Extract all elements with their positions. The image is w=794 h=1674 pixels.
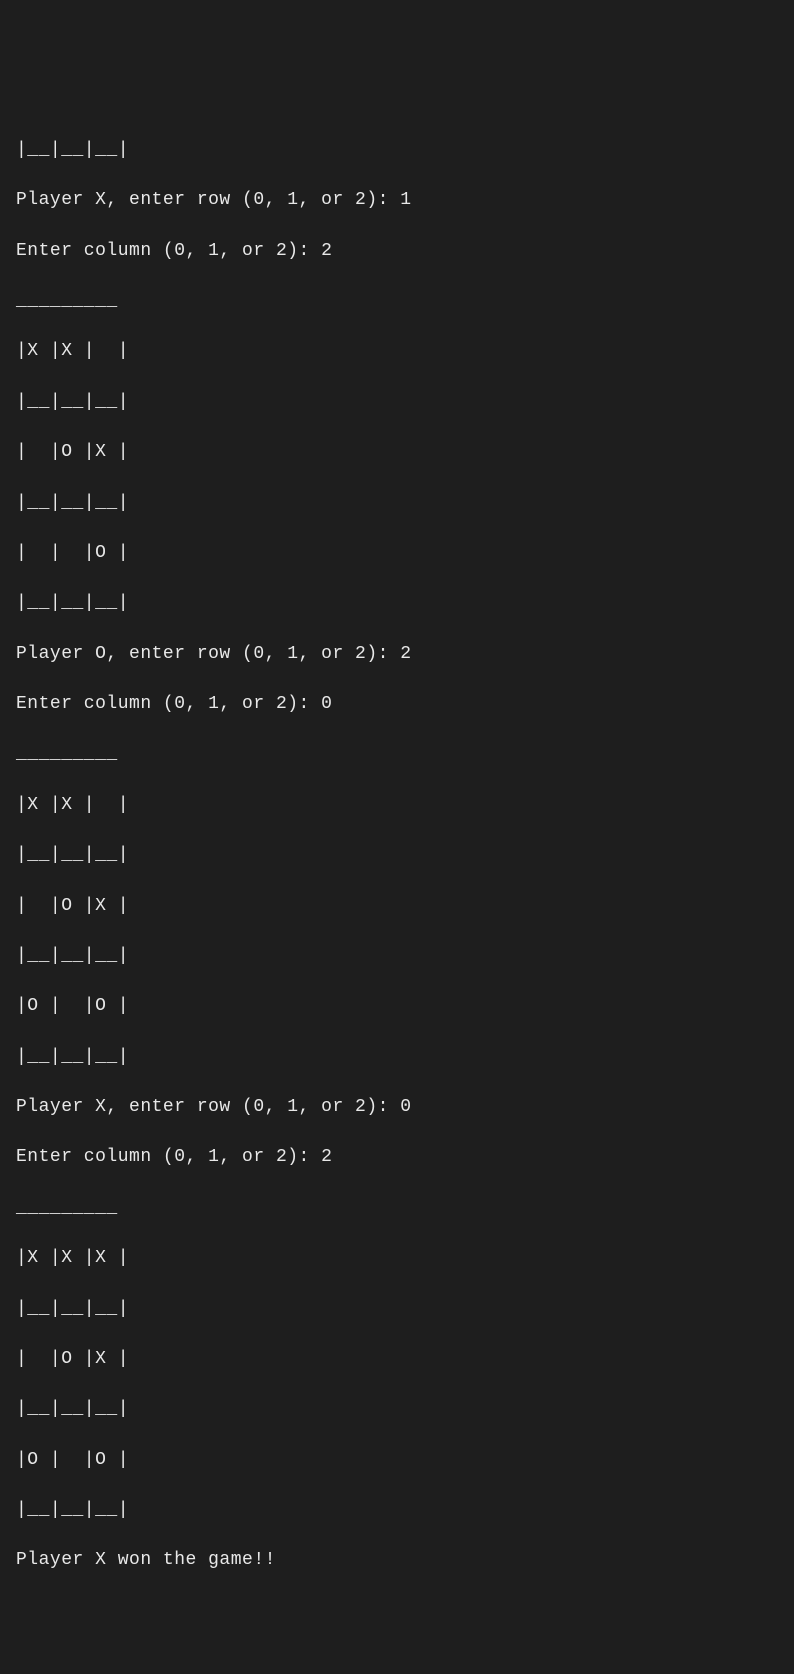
terminal-line: Player X, enter row (0, 1, or 2): 0	[16, 1095, 778, 1120]
terminal-line: |__|__|__|	[16, 1498, 778, 1523]
terminal-line: Player X won the game!!	[16, 1548, 778, 1573]
terminal-line: | |O |X |	[16, 440, 778, 465]
terminal-line: Enter column (0, 1, or 2): 2	[16, 239, 778, 264]
terminal-line: |O | |O |	[16, 994, 778, 1019]
terminal-line: _________	[16, 742, 778, 767]
terminal-line: |X |X | |	[16, 339, 778, 364]
terminal-line: |__|__|__|	[16, 138, 778, 163]
terminal-line: Enter column (0, 1, or 2): 2	[16, 1145, 778, 1170]
terminal-line: |O | |O |	[16, 1448, 778, 1473]
terminal-line: |X |X | |	[16, 793, 778, 818]
terminal-line: |X |X |X |	[16, 1246, 778, 1271]
terminal-line: |__|__|__|	[16, 1397, 778, 1422]
terminal-line: |__|__|__|	[16, 390, 778, 415]
terminal-line: |__|__|__|	[16, 1045, 778, 1070]
terminal-line: |__|__|__|	[16, 843, 778, 868]
terminal-line: | | |O |	[16, 541, 778, 566]
terminal-line: | |O |X |	[16, 894, 778, 919]
terminal-output: |__|__|__| Player X, enter row (0, 1, or…	[16, 113, 778, 1599]
terminal-line: Player O, enter row (0, 1, or 2): 2	[16, 642, 778, 667]
terminal-line: Player X, enter row (0, 1, or 2): 1	[16, 188, 778, 213]
terminal-line: _________	[16, 289, 778, 314]
terminal-line: Enter column (0, 1, or 2): 0	[16, 692, 778, 717]
terminal-line: |__|__|__|	[16, 1297, 778, 1322]
terminal-line: | |O |X |	[16, 1347, 778, 1372]
terminal-line: _________	[16, 1196, 778, 1221]
terminal-line: |__|__|__|	[16, 491, 778, 516]
terminal-line: |__|__|__|	[16, 591, 778, 616]
terminal-line: |__|__|__|	[16, 944, 778, 969]
